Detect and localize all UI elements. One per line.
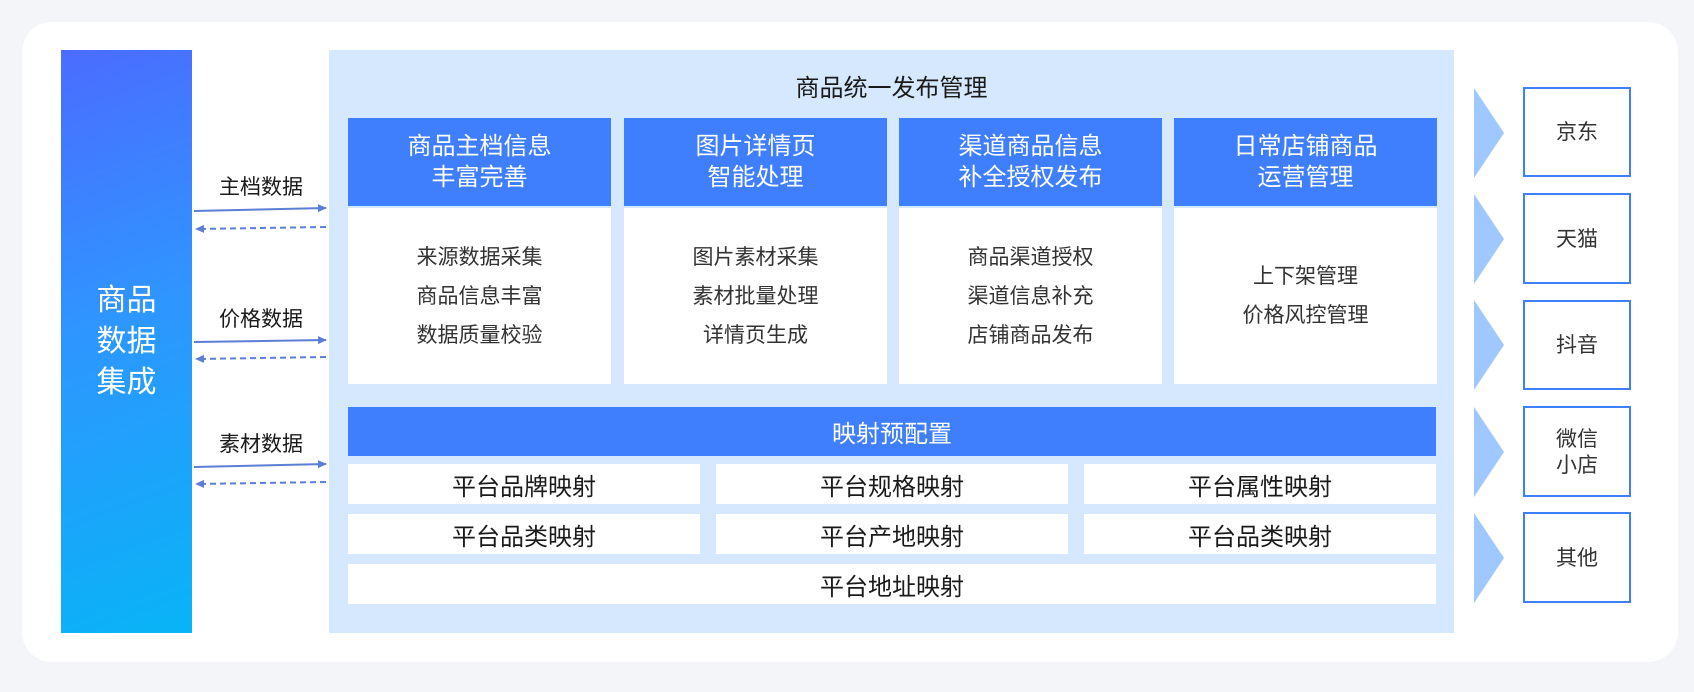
platform-label: 京东 <box>1556 120 1598 144</box>
module-item: 素材批量处理 <box>692 283 819 308</box>
platform-jd: 京东 <box>1523 87 1631 177</box>
module-body: 来源数据采集 商品信息丰富 数据质量校验 <box>348 208 611 384</box>
mapping-cell-origin: 平台产地映射 <box>716 514 1068 554</box>
chevron-arrow-icon <box>1474 300 1504 390</box>
chevron-arrow-icon <box>1474 407 1504 497</box>
module-item: 图片素材采集 <box>692 244 819 269</box>
mapping-cell-attribute: 平台属性映射 <box>1084 464 1436 504</box>
module-store-operations: 日常店铺商品 运营管理 上下架管理 价格风控管理 <box>1174 118 1437 384</box>
module-channel-info: 渠道商品信息 补全授权发布 商品渠道授权 渠道信息补充 店铺商品发布 <box>899 118 1162 384</box>
module-body: 商品渠道授权 渠道信息补充 店铺商品发布 <box>899 208 1162 384</box>
publish-management-panel: 商品统一发布管理 商品主档信息 丰富完善 来源数据采集 商品信息丰富 数据质量校验… <box>329 50 1454 633</box>
module-item: 上下架管理 <box>1253 264 1358 288</box>
mapping-preconfig-header: 映射预配置 <box>348 407 1436 456</box>
module-item: 商品信息丰富 <box>416 283 543 308</box>
module-title-line: 补全授权发布 <box>958 163 1103 191</box>
module-body: 图片素材采集 素材批量处理 详情页生成 <box>624 208 887 384</box>
chevron-arrow-icon <box>1474 513 1504 603</box>
flow-label-material-data: 素材数据 <box>219 432 303 456</box>
platform-label: 抖音 <box>1556 333 1598 357</box>
module-title-line: 日常店铺商品 <box>1233 132 1378 160</box>
panel-title: 商品统一发布管理 <box>795 74 988 102</box>
module-header: 日常店铺商品 运营管理 <box>1174 118 1437 206</box>
module-title-line: 商品主档信息 <box>407 132 552 160</box>
module-title-line: 运营管理 <box>1257 163 1354 191</box>
module-item: 渠道信息补充 <box>967 283 1094 308</box>
module-header: 渠道商品信息 补全授权发布 <box>899 118 1162 206</box>
module-image-detail: 图片详情页智能处理 图片素材采集 素材批量处理 详情页生成 <box>624 118 887 384</box>
data-integration-block: 商品数据集成 <box>61 50 192 633</box>
module-item: 详情页生成 <box>703 322 808 347</box>
module-item: 店铺商品发布 <box>967 322 1094 347</box>
platform-other: 其他 <box>1523 512 1631 603</box>
module-title-line: 图片详情页 <box>695 132 816 160</box>
mapping-cell-category-2: 平台品类映射 <box>1084 514 1436 554</box>
flow-label-master-data: 主档数据 <box>219 175 303 199</box>
platform-tmall: 天猫 <box>1523 193 1631 284</box>
module-header: 图片详情页 智能处理 <box>624 118 887 206</box>
mapping-cell-spec: 平台规格映射 <box>716 464 1068 504</box>
platform-douyin: 抖音 <box>1523 300 1631 390</box>
module-item: 商品渠道授权 <box>967 244 1094 269</box>
module-header: 商品主档信息 丰富完善 <box>348 118 611 206</box>
mapping-cell-category: 平台品类映射 <box>348 514 700 554</box>
platform-label: 微信 <box>1556 426 1598 451</box>
mapping-cell-brand: 平台品牌映射 <box>348 464 700 504</box>
module-item: 价格风控管理 <box>1242 303 1369 327</box>
module-title-line: 渠道商品信息 <box>958 132 1103 160</box>
module-title-line: 丰富完善 <box>431 163 528 191</box>
module-item: 数据质量校验 <box>416 322 543 347</box>
platform-label: 天猫 <box>1556 226 1598 251</box>
data-integration-title: 商品数据集成 <box>96 283 157 400</box>
module-master-info: 商品主档信息 丰富完善 来源数据采集 商品信息丰富 数据质量校验 <box>348 118 611 384</box>
module-body: 上下架管理 价格风控管理 <box>1174 208 1437 384</box>
module-title-line: 智能处理 <box>707 163 804 191</box>
chevron-arrow-icon <box>1474 194 1504 284</box>
mapping-cell-address: 平台地址映射 <box>348 564 1436 604</box>
module-item: 来源数据采集 <box>416 244 543 269</box>
platform-wechat-store: 微信 小店 <box>1523 406 1631 497</box>
chevron-arrow-icon <box>1474 88 1504 178</box>
platform-label: 其他 <box>1556 545 1598 570</box>
flow-label-price-data: 价格数据 <box>219 307 303 331</box>
platform-label: 小店 <box>1556 452 1598 477</box>
